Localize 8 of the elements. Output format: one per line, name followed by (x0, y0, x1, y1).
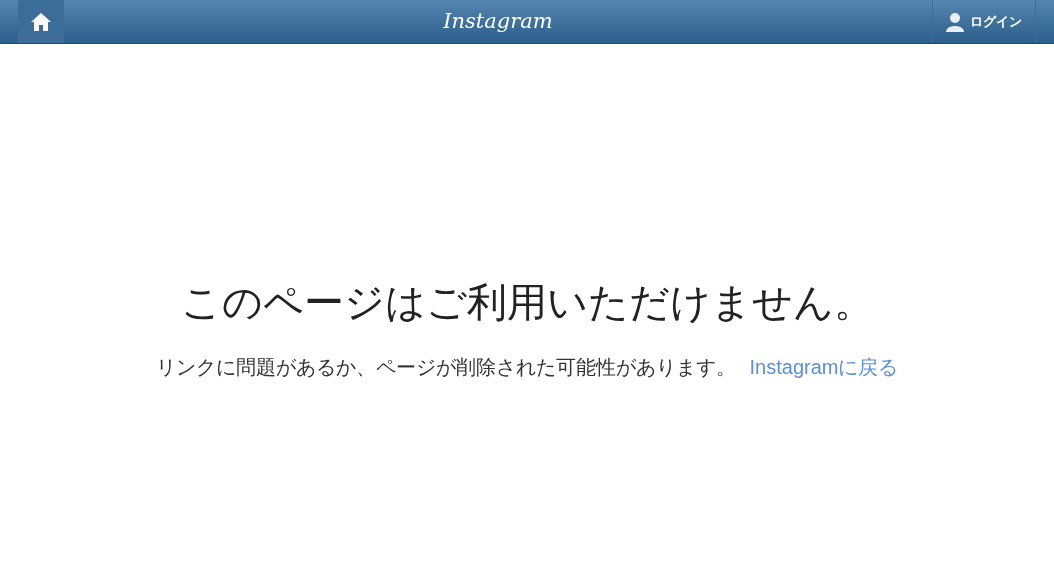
page-title: このページはご利用いただけません。 (180, 279, 874, 326)
message-text: リンクに問題があるか、ページが削除された可能性があります。 (155, 355, 736, 380)
login-button[interactable]: ログイン (932, 0, 1036, 43)
person-icon (946, 11, 964, 32)
home-icon (30, 11, 52, 32)
home-button[interactable] (18, 0, 64, 43)
back-link[interactable]: Instagramに戻る (749, 352, 899, 382)
logo: Instagram (443, 7, 553, 35)
